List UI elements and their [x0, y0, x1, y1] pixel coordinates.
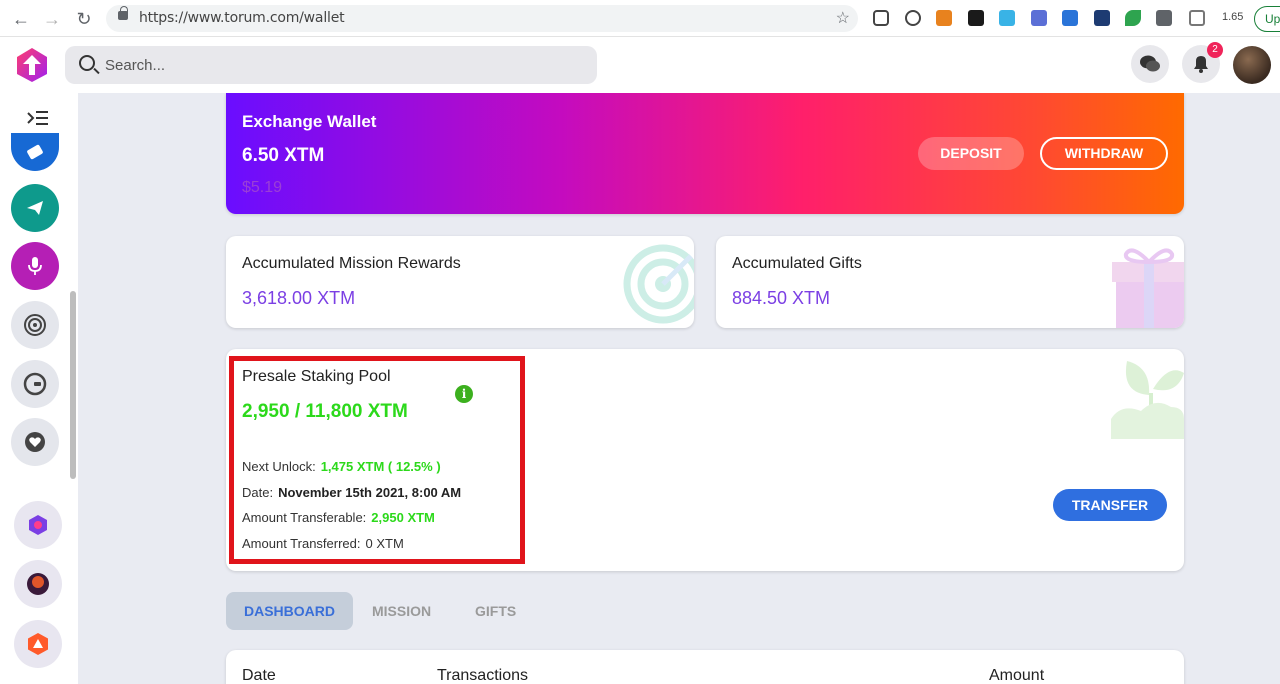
mission-rewards-card: Accumulated Mission Rewards 3,618.00 XTM [226, 236, 694, 328]
sidebar-scrollbar[interactable] [70, 291, 76, 479]
sidebar-item-favorites[interactable] [11, 418, 59, 466]
next-unlock-label: Next Unlock: [242, 459, 316, 474]
sidebar-item-app-2[interactable] [14, 560, 62, 608]
megaphone-icon [26, 144, 44, 160]
gifts-card: Accumulated Gifts 884.50 XTM [716, 236, 1184, 328]
exchange-wallet-card: Exchange Wallet 6.50 XTM $5.19 DEPOSIT W… [226, 93, 1184, 214]
extensions-puzzle-icon[interactable] [1156, 10, 1172, 26]
browser-toolbar: ← → ↻ https://www.torum.com/wallet ☆ 1.6… [0, 0, 1280, 37]
column-header-transactions: Transactions [437, 667, 528, 684]
presale-staking-card: Presale Staking Pool i 2,950 / 11,800 XT… [226, 349, 1184, 571]
planet-app-icon [27, 573, 49, 595]
mission-rewards-value: 3,618.00 XTM [242, 288, 356, 308]
sidebar-item-wallet[interactable] [11, 360, 59, 408]
back-icon[interactable]: ← [10, 8, 32, 30]
search-icon [79, 55, 95, 71]
sidebar-item-app-3[interactable] [14, 620, 62, 668]
transferred-row: Amount Transferred: 0 XTM [242, 536, 404, 551]
withdraw-button[interactable]: WITHDRAW [1040, 137, 1168, 170]
sidebar-item-missions[interactable] [11, 301, 59, 349]
target-icon [24, 314, 46, 336]
forward-icon[interactable]: → [41, 8, 63, 30]
transferable-label: Amount Transferable: [242, 510, 367, 525]
lock-icon [118, 6, 128, 20]
left-sidebar [0, 93, 78, 684]
search-input[interactable] [105, 54, 505, 76]
date-label: Date: [242, 485, 274, 500]
extension-bee-icon[interactable] [968, 10, 984, 26]
target-illustration-icon [623, 244, 694, 324]
transferred-label: Amount Transferred: [242, 536, 361, 551]
reload-icon[interactable]: ↻ [73, 8, 95, 30]
main-content: Exchange Wallet 6.50 XTM $5.19 DEPOSIT W… [78, 93, 1280, 684]
chat-button[interactable] [1131, 45, 1169, 83]
sidebar-item-announcements[interactable] [11, 133, 59, 171]
tab-gifts[interactable]: GIFTS [475, 592, 516, 630]
next-unlock-value: 1,475 XTM ( 12.5% ) [320, 459, 441, 474]
extension-flag-icon[interactable] [1031, 10, 1047, 26]
column-header-date: Date [242, 667, 276, 684]
update-button[interactable]: Up [1254, 6, 1280, 32]
unlock-date-row: Date: November 15th 2021, 8:00 AM [242, 485, 461, 500]
transfer-button[interactable]: TRANSFER [1053, 489, 1167, 521]
gifts-label: Accumulated Gifts [732, 255, 862, 272]
transferred-value: 0 XTM [365, 536, 404, 551]
mission-rewards-label: Accumulated Mission Rewards [242, 255, 461, 272]
extension-x-icon[interactable] [1062, 10, 1078, 26]
menu-collapse-icon[interactable] [26, 109, 50, 127]
plant-illustration-icon [1111, 361, 1184, 439]
exchange-wallet-balance: 6.50 XTM [242, 145, 325, 166]
metamask-fox-icon[interactable] [936, 10, 952, 26]
extension-leaf-icon[interactable] [1125, 10, 1141, 26]
extension-uno-icon[interactable] [999, 10, 1015, 26]
avatar[interactable] [1233, 46, 1271, 84]
triangle-hex-app-icon [28, 633, 48, 655]
staking-value: 2,950 / 11,800 XTM [242, 401, 408, 422]
url-text: https://www.torum.com/wallet [139, 10, 345, 26]
wallet-icon [23, 372, 47, 396]
extension-token-icon[interactable] [1189, 10, 1205, 26]
info-icon[interactable]: i [455, 385, 473, 403]
extension-cube-icon[interactable] [873, 10, 889, 26]
microphone-icon [28, 257, 42, 275]
exchange-wallet-title: Exchange Wallet [242, 112, 377, 131]
date-value: November 15th 2021, 8:00 AM [278, 485, 462, 500]
extension-ob-icon[interactable] [1094, 10, 1110, 26]
extension-count: 1.65 [1222, 11, 1244, 23]
torum-logo-icon[interactable] [14, 47, 50, 83]
gift-box-illustration-icon [1112, 248, 1184, 328]
tab-mission[interactable]: MISSION [372, 592, 431, 630]
address-bar[interactable]: https://www.torum.com/wallet ☆ [106, 5, 858, 32]
hexagon-app-icon [29, 515, 47, 535]
column-header-amount: Amount [989, 667, 1045, 684]
transactions-table: Date Transactions Amount [226, 650, 1184, 684]
chat-bubbles-icon [1140, 55, 1160, 72]
next-unlock-row: Next Unlock: 1,475 XTM ( 12.5% ) [242, 459, 441, 474]
sidebar-item-telegram[interactable] [11, 184, 59, 232]
tab-dashboard[interactable]: DASHBOARD [226, 592, 353, 630]
app-header [0, 37, 1280, 93]
search-box[interactable] [65, 46, 597, 84]
gifts-value: 884.50 XTM [732, 288, 831, 308]
staking-title: Presale Staking Pool [242, 368, 391, 385]
paper-plane-icon [27, 201, 43, 215]
notification-badge: 2 [1207, 42, 1223, 58]
bookmark-star-icon[interactable]: ☆ [836, 8, 850, 28]
heart-icon [25, 432, 45, 452]
sidebar-item-app-1[interactable] [14, 501, 62, 549]
sidebar-item-podcast[interactable] [11, 242, 59, 290]
exchange-wallet-usd: $5.19 [242, 179, 283, 196]
transferable-value: 2,950 XTM [371, 510, 435, 525]
transferable-row: Amount Transferable: 2,950 XTM [242, 510, 435, 525]
extension-play-icon[interactable] [905, 10, 921, 26]
deposit-button[interactable]: DEPOSIT [918, 137, 1024, 170]
